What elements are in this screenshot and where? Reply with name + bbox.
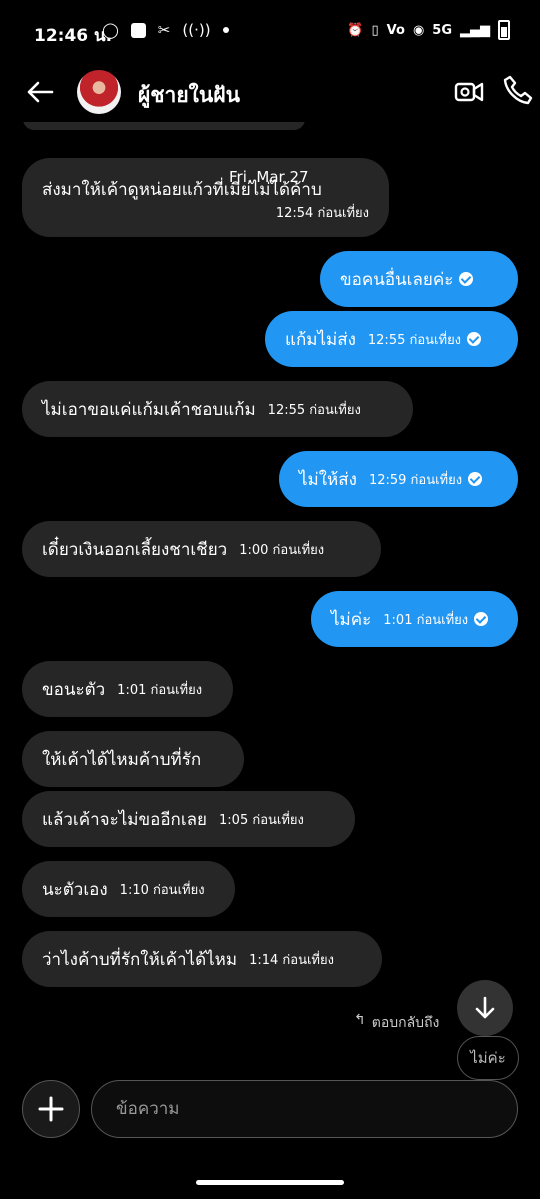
- message-time: 12:59 ก่อนเที่ยง: [368, 472, 463, 488]
- alarm-icon: ⏰: [347, 22, 364, 38]
- reply-label: ตอบกลับถึง: [371, 1015, 440, 1031]
- message-time: 12:54 ก่อนเที่ยง: [275, 206, 369, 221]
- message-time: 1:01 ก่อนเที่ยง: [117, 682, 203, 698]
- message-bubble-incoming[interactable]: เดี๋ยวเงินออกเลี้ยงชาเชียว 1:00 ก่อนเที่ย…: [22, 521, 381, 577]
- message-text: นะตัวเอง: [42, 879, 108, 900]
- date-separator: Fri, Mar 27: [229, 168, 309, 186]
- read-check-icon: [474, 612, 489, 626]
- message-bubble-outgoing[interactable]: ขอคนอื่นเลยค่ะ: [320, 251, 518, 307]
- capcut-icon: ✂: [157, 21, 171, 39]
- message-bubble-incoming[interactable]: ว่าไงค้าบที่รักให้เค้าได้ไหม 1:14 ก่อนเที…: [22, 931, 382, 987]
- contact-name[interactable]: ผู้ชายในฝัน: [138, 79, 240, 112]
- plus-icon: [38, 1096, 64, 1122]
- video-camera-icon: [454, 82, 484, 102]
- message-bubble-incoming[interactable]: ไม่เอาขอแค่แก้มเค้าชอบแก้ม 12:55 ก่อนเที่…: [22, 381, 413, 437]
- add-attachment-button[interactable]: [22, 1080, 80, 1138]
- square-icon: [130, 22, 146, 38]
- message-bubble-incoming[interactable]: ส่งมาให้เค้าดูหน่อยแก้วที่เมียไม่ได้ค้าบ…: [22, 158, 389, 237]
- avatar[interactable]: [77, 70, 121, 114]
- message-time: 1:05 ก่อนเที่ยง: [219, 812, 304, 828]
- message-text: เดี๋ยวเงินออกเลี้ยงชาเชียว: [42, 539, 228, 560]
- message-bubble-incoming[interactable]: ให้เค้าได้ไหมค้าบที่รัก: [22, 731, 244, 787]
- battery-icon: [498, 20, 510, 40]
- reply-indicator: ↰ ตอบกลับถึง: [354, 1012, 439, 1034]
- message-bubble-outgoing[interactable]: ไม่ให้ส่ง 12:59 ก่อนเที่ยง: [279, 451, 518, 507]
- message-bubble-incoming[interactable]: นะตัวเอง 1:10 ก่อนเที่ยง: [22, 861, 235, 917]
- reply-quote[interactable]: ไม่ค่ะ: [457, 1036, 519, 1080]
- chat-header: ผู้ชายในฝัน: [0, 62, 540, 122]
- message-input[interactable]: [91, 1080, 518, 1138]
- wifi-call-icon: ◉: [412, 22, 425, 38]
- arrow-down-icon: [475, 996, 495, 1019]
- message-bubble-partial: [23, 122, 305, 130]
- message-text: ไม่เอาขอแค่แก้มเค้าชอบแก้ม: [42, 399, 256, 420]
- network-label: 5G: [432, 22, 452, 38]
- home-indicator[interactable]: [196, 1180, 344, 1185]
- back-button[interactable]: [22, 74, 58, 110]
- message-bubble-incoming[interactable]: แล้วเค้าจะไม่ขออีกเลย 1:05 ก่อนเที่ยง: [22, 791, 355, 847]
- phone-icon: [503, 75, 533, 105]
- read-check-icon: [459, 272, 474, 286]
- message-time: 12:55 ก่อนเที่ยง: [367, 332, 462, 348]
- status-right-icons: ⏰ ▯ Vo ◉ 5G ▂▄▆: [347, 20, 510, 40]
- message-time: 1:10 ก่อนเที่ยง: [119, 882, 205, 898]
- message-text: ว่าไงค้าบที่รักให้เค้าได้ไหม: [42, 949, 238, 970]
- status-left-icons: ◯ ✂ ((·)): [102, 21, 229, 39]
- message-text: ไม่ให้ส่ง: [299, 469, 357, 490]
- message-bubble-outgoing[interactable]: ไม่ค่ะ 1:01 ก่อนเที่ยง: [311, 591, 518, 647]
- status-time: 12:46 น.: [34, 26, 113, 46]
- chat-bubble-icon: ◯: [102, 21, 119, 39]
- read-check-icon: [468, 472, 483, 486]
- signal-icon: ▂▄▆: [460, 22, 490, 38]
- message-bubble-incoming[interactable]: ขอนะตัว 1:01 ก่อนเที่ยง: [22, 661, 233, 717]
- message-bubble-outgoing[interactable]: แก้มไม่ส่ง 12:55 ก่อนเที่ยง: [265, 311, 518, 367]
- dot-icon: [222, 27, 229, 33]
- scroll-to-bottom-button[interactable]: [457, 980, 513, 1036]
- message-text: ให้เค้าได้ไหมค้าบที่รัก: [42, 749, 202, 770]
- message-text: แล้วเค้าจะไม่ขออีกเลย: [42, 809, 208, 830]
- message-time: 1:01 ก่อนเที่ยง: [383, 612, 469, 628]
- composer: [0, 1080, 540, 1140]
- vibrate-icon: ▯: [371, 22, 379, 38]
- message-text: ขอคนอื่นเลยค่ะ: [340, 269, 454, 290]
- message-time: 1:00 ก่อนเที่ยง: [239, 542, 325, 558]
- status-bar: 12:46 น. ◯ ✂ ((·)) ⏰ ▯ Vo ◉ 5G ▂▄▆: [0, 0, 540, 62]
- message-text: ไม่ค่ะ: [331, 609, 372, 630]
- voice-call-button[interactable]: [502, 74, 534, 106]
- message-text: แก้มไม่ส่ง: [285, 329, 356, 350]
- message-time: 12:55 ก่อนเที่ยง: [267, 402, 361, 418]
- arrow-left-icon: [27, 81, 54, 103]
- read-check-icon: [467, 332, 482, 346]
- message-list[interactable]: ส่งมาให้เค้าดูหน่อยแก้วที่เมียไม่ได้ค้าบ…: [0, 122, 540, 1080]
- message-text: ขอนะตัว: [42, 679, 106, 700]
- volte-icon: Vo: [386, 22, 405, 38]
- message-time: 1:14 ก่อนเที่ยง: [249, 952, 334, 968]
- reply-arrow-icon: ↰: [354, 1012, 366, 1028]
- video-call-button[interactable]: [453, 76, 485, 108]
- nfc-icon: ((·)): [182, 21, 211, 39]
